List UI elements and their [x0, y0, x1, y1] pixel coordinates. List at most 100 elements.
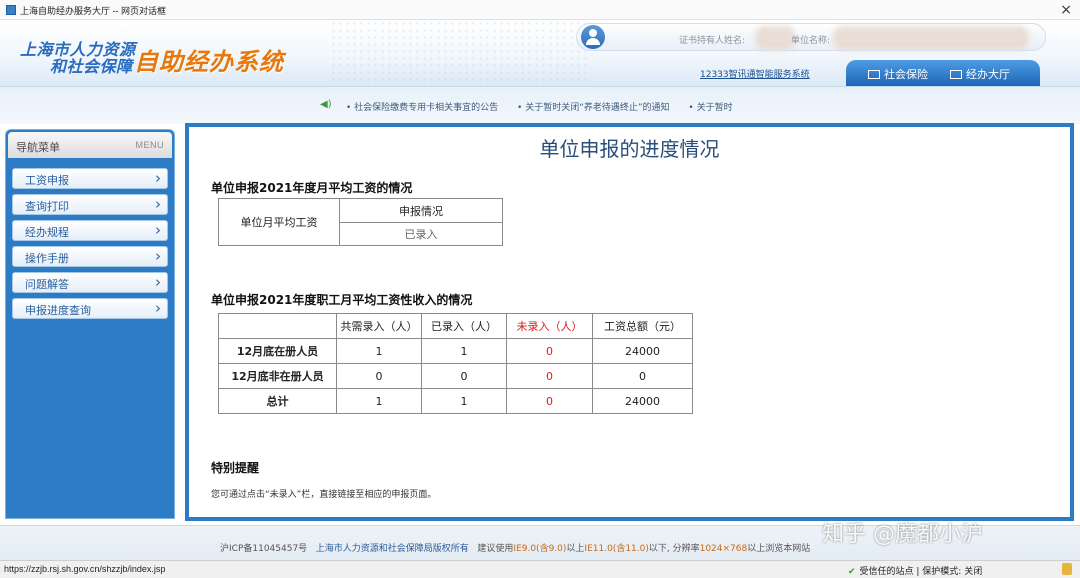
chevron-right-icon: › [155, 247, 161, 265]
check-icon: ✔ [848, 567, 856, 577]
not-entered-link[interactable]: 0 [506, 338, 593, 364]
table-row: 12月底在册人员 1 1 0 24000 [218, 338, 693, 364]
copyright-text: 上海市人力资源和社会保障局版权所有 [315, 544, 469, 554]
service-system-link[interactable]: 12333智讯通智能服务系统 [700, 67, 810, 80]
chevron-right-icon: › [155, 221, 161, 239]
sidebar-item-manual[interactable]: 操作手册 › [12, 246, 168, 267]
table-header-cell-not-entered[interactable]: 未录入（人） [506, 313, 593, 339]
table-header-cell [218, 313, 337, 339]
title-bar: 上海自助经办服务大厅 -- 网页对话框 × [0, 0, 1080, 20]
lock-icon [1062, 563, 1072, 575]
sidebar-item-faq[interactable]: 问题解答 › [12, 272, 168, 293]
zhihu-watermark: 知乎 @魔都小沪 [822, 522, 983, 547]
table-cell: 0 [336, 363, 422, 389]
chevron-right-icon: › [155, 169, 161, 187]
window-title: 上海自助经办服务大厅 -- 网页对话框 [20, 6, 166, 16]
map-dots-decoration [330, 20, 590, 86]
browser-advice-res: 以下, 分辨率 [648, 544, 700, 554]
tab-label: 经办大厅 [966, 68, 1010, 81]
table-cell: 1 [336, 388, 422, 414]
table-cell: 24000 [592, 388, 693, 414]
browser-advice-suffix: 以上浏览本网站 [747, 544, 811, 554]
news-item[interactable]: • 社会保险缴费专用卡相关事宜的公告 [346, 103, 498, 113]
table-header-cell: 已录入（人） [421, 313, 507, 339]
row-label: 12月底在册人员 [218, 338, 337, 364]
table-row: 总计 1 1 0 24000 [218, 388, 693, 414]
tab-label: 社会保险 [884, 68, 928, 81]
browser-advice-mid: 以上 [566, 544, 585, 554]
news-ticker: ◀) • 社会保险缴费专用卡相关事宜的公告 • 关于暂时关闭“养老待遇终止”的通… [0, 86, 1080, 124]
redacted-unit-name [833, 26, 1029, 50]
status-url: https://zzjb.rsj.sh.gov.cn/shzzjb/index.… [4, 564, 166, 574]
table-cell: 0 [421, 363, 507, 389]
tab-social-insurance[interactable]: 社会保险 [868, 66, 928, 82]
sidebar-item-label: 工资申报 [25, 174, 69, 187]
nav-sidebar: 导航菜单 MENU 工资申报 › 查询打印 › 经办规程 › 操作手册 › 问题解答 › … [5, 129, 175, 519]
sidebar-item-query-print[interactable]: 查询打印 › [12, 194, 168, 215]
redacted-holder-name [755, 26, 795, 50]
notice-title: 特别提醒 [211, 461, 260, 475]
browser-advice-prefix: 建议使用 [477, 544, 514, 554]
not-entered-link[interactable]: 0 [506, 388, 593, 414]
unit-name-label: 单位名称: [791, 36, 831, 46]
declaration-status-header: 申报情况 [339, 198, 503, 223]
chevron-right-icon: › [155, 299, 161, 317]
page-title: 单位申报的进度情况 [539, 137, 720, 161]
sidebar-item-label: 查询打印 [25, 200, 69, 213]
sidebar-item-label: 问题解答 [25, 278, 69, 291]
user-avatar-icon [581, 25, 605, 49]
certificate-holder-label: 证书持有人姓名: [679, 36, 746, 46]
news-item[interactable]: • 关于暂时关闭“养老待遇终止”的通知 [517, 103, 670, 113]
notice-text: 您可通过点击“未录入”栏，直接链接至相应的申报页面。 [211, 490, 437, 500]
ie-max-version: IE11.0(含11.0) [584, 544, 649, 554]
sidebar-header: 导航菜单 MENU [8, 132, 172, 158]
avg-salary-row-header: 单位月平均工资 [218, 198, 340, 246]
sidebar-item-label: 申报进度查询 [25, 304, 91, 317]
section-employee-income-title: 单位申报2021年度职工月平均工资性收入的情况 [211, 293, 473, 307]
site-header: 上海市人力资源 和社会保障 自助经办系统 证书持有人姓名: 单位名称: 1233… [0, 20, 1080, 86]
building-icon [950, 70, 962, 79]
card-icon [868, 70, 880, 79]
footer-text: 沪ICP备11045457号 上海市人力资源和社会保障局版权所有 建议使用IE9… [220, 541, 810, 554]
close-icon[interactable]: × [1060, 1, 1072, 19]
table-cell: 0 [592, 363, 693, 389]
tab-service-hall[interactable]: 经办大厅 [950, 66, 1010, 82]
top-tabs: 社会保险 经办大厅 [846, 60, 1040, 86]
table-header-cell: 工资总额（元） [592, 313, 693, 339]
sidebar-item-label: 操作手册 [25, 252, 69, 265]
sidebar-item-procedures[interactable]: 经办规程 › [12, 220, 168, 241]
sidebar-item-progress-query[interactable]: 申报进度查询 › [12, 298, 168, 319]
browser-window: 上海自助经办服务大厅 -- 网页对话框 × 上海市人力资源 和社会保障 自助经办… [0, 0, 1080, 578]
employee-income-table: 共需录入（人） 已录入（人） 未录入（人） 工资总额（元） 12月底在册人员 1… [218, 313, 693, 414]
main-panel: 单位申报的进度情况 单位申报2021年度月平均工资的情况 单位月平均工资 申报情… [185, 123, 1074, 521]
status-bar: https://zzjb.rsj.sh.gov.cn/shzzjb/index.… [0, 560, 1080, 578]
not-entered-link[interactable]: 0 [506, 363, 593, 389]
section-avg-salary-title: 单位申报2021年度月平均工资的情况 [211, 181, 413, 195]
chevron-right-icon: › [155, 273, 161, 291]
speaker-icon: ◀) [320, 99, 332, 110]
table-cell: 1 [421, 338, 507, 364]
screen-resolution: 1024×768 [699, 544, 748, 554]
sidebar-menu-label: MENU [135, 140, 164, 150]
row-label: 总计 [218, 388, 337, 414]
declaration-status-value: 已录入 [339, 222, 503, 246]
news-list: • 社会保险缴费专用卡相关事宜的公告 • 关于暂时关闭“养老待遇终止”的通知 •… [346, 100, 749, 113]
sidebar-item-salary-declaration[interactable]: 工资申报 › [12, 168, 168, 189]
table-cell: 1 [336, 338, 422, 364]
news-item[interactable]: • 关于暂时 [688, 103, 732, 113]
avg-salary-table: 单位月平均工资 申报情况 已录入 [218, 198, 503, 246]
table-cell: 24000 [592, 338, 693, 364]
security-zone-text: 受信任的站点 | 保护模式: 关闭 [859, 567, 983, 577]
sidebar-title: 导航菜单 [16, 141, 60, 154]
table-header-cell: 共需录入（人） [336, 313, 422, 339]
logo-line-2: 和社会保障 [50, 57, 133, 76]
icp-number: 沪ICP备11045457号 [220, 544, 308, 554]
row-label: 12月底非在册人员 [218, 363, 337, 389]
table-row: 12月底非在册人员 0 0 0 0 [218, 363, 693, 389]
table-cell: 1 [421, 388, 507, 414]
sidebar-item-label: 经办规程 [25, 226, 69, 239]
security-zone: ✔ 受信任的站点 | 保护模式: 关闭 [848, 564, 982, 577]
user-info-box: 证书持有人姓名: 单位名称: [576, 23, 1046, 51]
ie-min-version: IE9.0(含9.0) [513, 544, 567, 554]
chevron-right-icon: › [155, 195, 161, 213]
